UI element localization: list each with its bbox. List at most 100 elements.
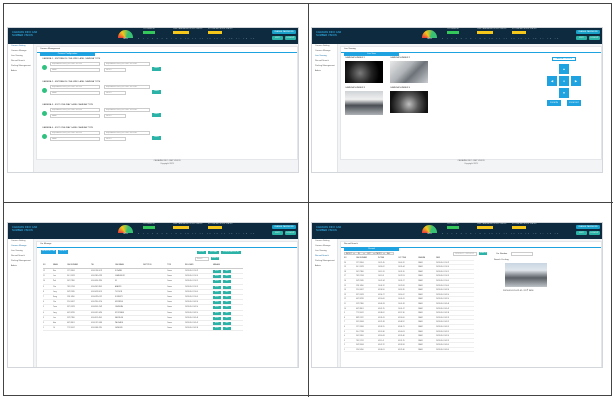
ptz-right-button[interactable]: ▶: [571, 76, 581, 86]
exit-button[interactable]: EXIT: [576, 35, 587, 40]
car-number-input[interactable]: [511, 252, 533, 256]
exit-button[interactable]: EXIT: [272, 230, 283, 235]
delete-row-button[interactable]: DEL: [223, 301, 231, 305]
record-filter-tab[interactable]: IN: [354, 252, 364, 256]
table-cell: Kim: [53, 270, 56, 272]
edit-button[interactable]: EDIT: [213, 295, 221, 299]
edit-button[interactable]: EDIT: [213, 280, 221, 284]
table-cell: 010-1357-2468: [91, 321, 103, 324]
download-excel-button[interactable]: DOWNLOAD EXCEL: [221, 251, 241, 255]
ptz-left-button[interactable]: ◀: [547, 76, 557, 86]
rtsp-url2-input[interactable]: rtsp://admin:12345@192.168.1.102:554/2: [104, 85, 150, 89]
camera-user-input[interactable]: admin: [50, 91, 100, 95]
edit-button[interactable]: EDIT: [213, 285, 221, 289]
table-cell: 010-6789-0123: [91, 295, 103, 298]
change-password-button[interactable]: CHANGE PASSWORD: [272, 225, 296, 229]
camera-save-button[interactable]: SAVE: [152, 136, 161, 140]
header-stat-bar: [143, 31, 155, 34]
camera-user-input[interactable]: admin: [50, 114, 100, 118]
camera-save-button[interactable]: SAVE: [152, 113, 161, 117]
record-filter-tab[interactable]: OUT: [364, 252, 374, 256]
rtsp-url-input[interactable]: rtsp://admin:12345@192.168.1.104:554: [50, 131, 100, 135]
edit-button[interactable]: EDIT: [213, 290, 221, 294]
camera-mode-select[interactable]: IN/OUT: [104, 114, 126, 118]
delete-row-button[interactable]: DEL: [223, 285, 231, 289]
table-cell: 11: [344, 302, 346, 305]
logout-button[interactable]: LOGOUT: [285, 35, 296, 40]
camera-mode-select[interactable]: IN/OUT: [104, 68, 126, 72]
delete-button[interactable]: DELETE: [58, 250, 68, 254]
camera-user-input[interactable]: admin: [50, 137, 100, 141]
change-password-button[interactable]: CHANGE PASSWORD: [272, 30, 296, 34]
column-header: DEPT/POS: [143, 264, 152, 266]
main-panel: Camera Management Camera Configuration CAM…: [36, 46, 298, 160]
record-filter-tab[interactable]: IN/OUT: [344, 252, 354, 256]
change-password-button[interactable]: CHANGE PASSWORD: [576, 225, 600, 229]
sidebar-item[interactable]: Admin: [312, 69, 337, 74]
delete-row-button[interactable]: DEL: [223, 316, 231, 320]
ptz-center-button[interactable]: ●: [559, 76, 569, 86]
camera-save-button[interactable]: SAVE: [152, 67, 161, 71]
sidebar-item[interactable]: Admin: [312, 264, 337, 269]
rtsp-url2-input[interactable]: rtsp://admin:12345@192.168.1.103:554/2: [104, 108, 150, 112]
search-input[interactable]: Search: [195, 257, 209, 261]
edit-button[interactable]: EDIT: [213, 301, 221, 305]
delete-row-button[interactable]: DEL: [223, 311, 231, 315]
tab-camera-config[interactable]: Camera Configuration: [40, 52, 95, 56]
camera-mode-select[interactable]: IN/OUT: [104, 137, 126, 141]
table-cell: 2: [43, 321, 44, 324]
exit-button[interactable]: EXIT: [272, 35, 283, 40]
zoom-in-button[interactable]: ZOOM IN: [547, 100, 561, 106]
excel-button[interactable]: EXCEL: [197, 251, 206, 255]
ptz-up-button[interactable]: ▲: [559, 64, 569, 74]
table-cell: 10: [43, 280, 45, 283]
search-button[interactable]: SEARCH: [211, 257, 219, 261]
camera-user-input[interactable]: admin: [50, 68, 100, 72]
exit-button[interactable]: EXIT: [576, 230, 587, 235]
record-filter-tab[interactable]: ALL: [384, 252, 394, 256]
table-cell: 8: [344, 316, 345, 319]
register-car-button[interactable]: REGISTER CAR: [41, 250, 56, 254]
delete-row-button[interactable]: DEL: [223, 295, 231, 299]
rtsp-url-input[interactable]: rtsp://admin:12345@192.168.1.101:554: [50, 62, 100, 66]
rtsp-url-input[interactable]: rtsp://admin:12345@192.168.1.103:554: [50, 108, 100, 112]
edit-button[interactable]: EDIT: [213, 316, 221, 320]
camera-mode-select[interactable]: IN/OUT: [104, 91, 126, 95]
tab-live-view[interactable]: Live View: [344, 52, 399, 56]
camera-save-button[interactable]: SAVE: [152, 90, 161, 94]
table-cell: Owner: [167, 327, 172, 330]
delete-row-button[interactable]: DEL: [223, 270, 231, 273]
ptz-down-button[interactable]: ▼: [559, 88, 569, 98]
sidebar-item[interactable]: Admin: [8, 69, 33, 74]
header-stat-label: CPU MEMORY: [143, 223, 156, 225]
edit-button[interactable]: EDIT: [213, 275, 221, 279]
tab-record[interactable]: Record: [344, 247, 399, 251]
logout-button[interactable]: LOGOUT: [589, 230, 600, 235]
record-filter-tab[interactable]: PHOTO: [374, 252, 384, 256]
rtsp-url2-input[interactable]: rtsp://admin:12345@192.168.1.104:554/2: [104, 131, 150, 135]
logout-button[interactable]: LOGOUT: [285, 230, 296, 235]
delete-row-button[interactable]: DEL: [223, 290, 231, 294]
header-stat: CPU MEMORY: [447, 223, 465, 229]
delete-row-button[interactable]: DEL: [223, 280, 231, 284]
delete-row-button[interactable]: DEL: [223, 306, 231, 310]
delete-row-button[interactable]: DEL: [223, 321, 231, 325]
edit-button[interactable]: EDIT: [213, 306, 221, 310]
rtsp-url2-input[interactable]: rtsp://admin:12345@192.168.1.101:554/2: [104, 62, 150, 66]
table-cell: 9: [344, 312, 345, 315]
delete-row-button[interactable]: DEL: [223, 275, 231, 279]
search-button[interactable]: SEARCH: [479, 252, 487, 256]
logout-button[interactable]: LOGOUT: [589, 35, 600, 40]
rtsp-url-input[interactable]: rtsp://admin:12345@192.168.1.102:554: [50, 85, 100, 89]
table-cell: 22사 4567: [356, 289, 364, 292]
edit-button[interactable]: EDIT: [213, 311, 221, 315]
zoom-out-button[interactable]: ZOOM OUT: [567, 100, 581, 106]
change-password-button[interactable]: CHANGE PASSWORD: [576, 30, 600, 34]
edit-button[interactable]: EDIT: [213, 321, 221, 325]
delete-row-button[interactable]: DEL: [223, 327, 231, 331]
upload-button[interactable]: UPLOAD: [208, 251, 219, 255]
sidebar-item[interactable]: Admin: [8, 264, 33, 269]
edit-button[interactable]: EDIT: [213, 327, 221, 331]
table-row[interactable]: 1 11버 5656 09:03:01 09:22:40 CAM1 2023-02-01 …: [344, 348, 474, 353]
edit-button[interactable]: EDIT: [213, 270, 221, 273]
